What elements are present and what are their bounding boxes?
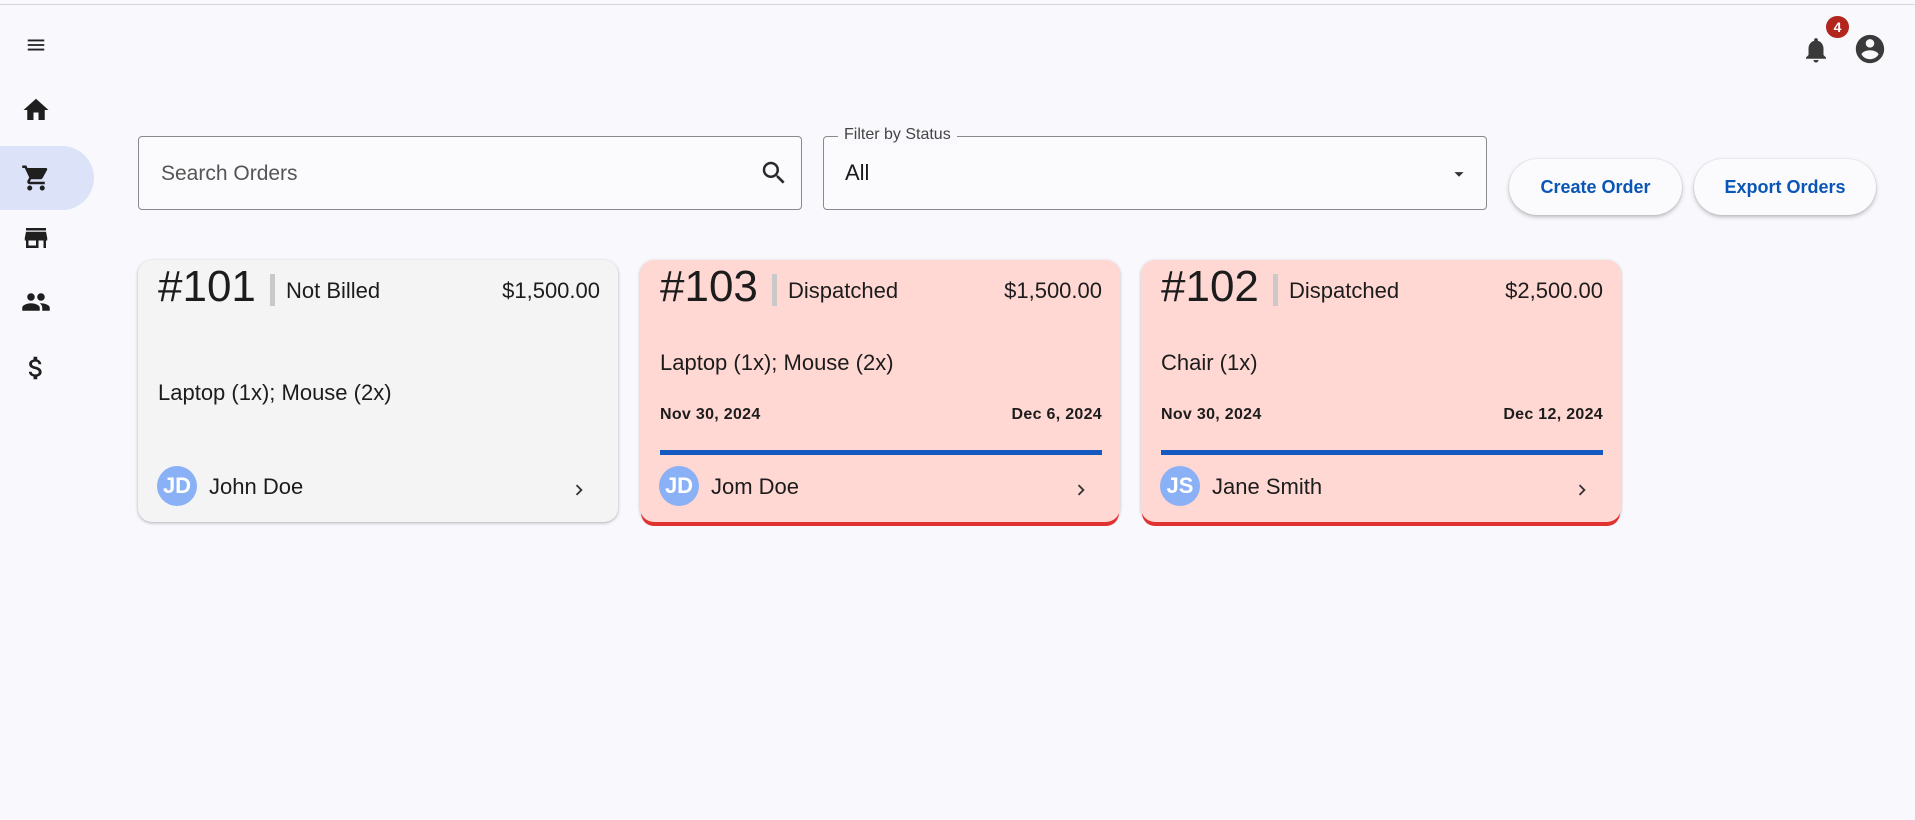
order-status: Dispatched — [788, 278, 899, 303]
order-items: Laptop (1x); Mouse (2x) — [660, 350, 894, 375]
store-icon — [24, 228, 48, 248]
avatar: JD — [157, 466, 197, 506]
filter-selected-value: All — [845, 160, 870, 185]
people-icon — [22, 293, 50, 311]
progress-fill — [1161, 450, 1603, 455]
order-status: Not Billed — [286, 278, 381, 303]
sidebar — [0, 0, 110, 820]
status-filter-select[interactable]: Filter by Status All — [823, 126, 1487, 210]
create-order-button[interactable]: Create Order — [1509, 159, 1682, 215]
bell-icon — [1806, 38, 1826, 63]
sidebar-item-customers[interactable] — [0, 270, 94, 334]
account-button[interactable] — [1851, 30, 1889, 68]
chevron-right-icon[interactable] — [1571, 479, 1593, 501]
order-items: Laptop (1x); Mouse (2x) — [158, 380, 392, 405]
order-amount: $2,500.00 — [1505, 278, 1603, 303]
chevron-right-icon[interactable] — [1070, 479, 1092, 501]
order-items: Chair (1x) — [1161, 350, 1258, 375]
search-input[interactable] — [159, 137, 723, 211]
menu-button[interactable] — [19, 31, 53, 59]
sidebar-item-store[interactable] — [0, 206, 94, 270]
sidebar-item-billing[interactable] — [0, 336, 94, 400]
avatar: JS — [1160, 466, 1200, 506]
divider — [1273, 274, 1278, 306]
order-end-date: Dec 6, 2024 — [1011, 406, 1102, 423]
caret-down-icon — [1454, 172, 1464, 177]
account-circle-icon — [1855, 34, 1885, 64]
order-card[interactable]: #101 Not Billed $1,500.00 Laptop (1x); M… — [138, 260, 618, 522]
divider — [270, 274, 275, 306]
order-amount: $1,500.00 — [1004, 278, 1102, 303]
divider — [772, 274, 777, 306]
order-number: #103 — [660, 262, 758, 311]
avatar: JD — [659, 466, 699, 506]
progress-fill — [660, 450, 1102, 455]
notifications-button[interactable] — [1798, 32, 1834, 68]
customer-name: Jane Smith — [1212, 474, 1323, 499]
delivery-progress-bar — [1161, 450, 1603, 455]
search-icon[interactable] — [759, 158, 789, 188]
filter-label: Filter by Status — [838, 126, 957, 144]
search-field[interactable] — [138, 136, 802, 211]
sidebar-item-home[interactable] — [0, 78, 94, 142]
sidebar-item-orders[interactable] — [0, 146, 94, 210]
order-card[interactable]: #102 Dispatched $2,500.00 Chair (1x) Nov… — [1141, 260, 1621, 522]
shopping-cart-icon — [22, 165, 48, 191]
export-orders-button[interactable]: Export Orders — [1694, 159, 1876, 215]
order-start-date: Nov 30, 2024 — [1161, 406, 1262, 423]
delivery-progress-bar — [660, 450, 1102, 455]
home-icon — [23, 98, 49, 120]
order-status: Dispatched — [1289, 278, 1400, 303]
notification-badge: 4 — [1826, 16, 1849, 38]
customer-name: Jom Doe — [711, 474, 800, 499]
order-end-date: Dec 12, 2024 — [1503, 406, 1603, 423]
order-number: #101 — [158, 262, 256, 311]
dollar-icon — [28, 356, 42, 380]
order-amount: $1,500.00 — [502, 278, 600, 303]
order-card[interactable]: #103 Dispatched $1,500.00 Laptop (1x); M… — [640, 260, 1120, 522]
hamburger-menu-icon — [27, 39, 45, 51]
chevron-right-icon[interactable] — [568, 479, 590, 501]
order-number: #102 — [1161, 262, 1259, 311]
customer-name: John Doe — [209, 474, 304, 499]
order-start-date: Nov 30, 2024 — [660, 406, 761, 423]
top-divider — [0, 4, 1915, 5]
